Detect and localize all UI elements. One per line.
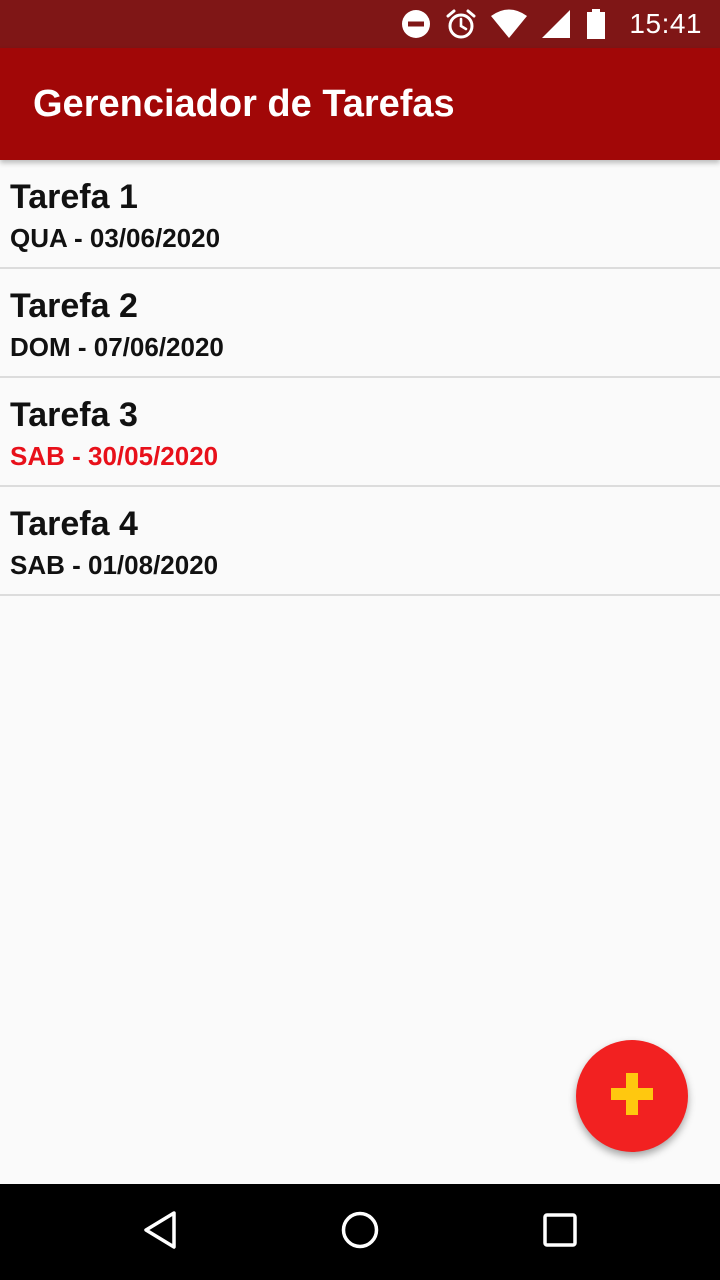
app-title: Gerenciador de Tarefas [33,82,455,125]
battery-icon [585,8,607,40]
task-item-4[interactable]: Tarefa 4 SAB - 01/08/2020 [0,487,720,596]
app-bar: Gerenciador de Tarefas [0,48,720,160]
add-task-button[interactable] [576,1040,688,1152]
task-title: Tarefa 1 [10,178,138,216]
task-title: Tarefa 2 [10,287,138,325]
task-date: DOM - 07/06/2020 [10,332,224,362]
back-icon [142,1210,178,1255]
task-date: SAB - 01/08/2020 [10,550,219,580]
task-item-2[interactable]: Tarefa 2 DOM - 07/06/2020 [0,269,720,378]
recents-button[interactable] [512,1184,608,1280]
alarm-icon [445,8,477,40]
task-date-overdue: SAB - 30/05/2020 [10,441,219,471]
task-title: Tarefa 4 [10,505,138,543]
do-not-disturb-icon [401,9,431,39]
navigation-bar [0,1184,720,1280]
home-icon [340,1210,380,1255]
task-list: Tarefa 1 QUA - 03/06/2020 Tarefa 2 DOM -… [0,160,720,596]
task-title: Tarefa 3 [10,396,138,434]
task-item-3[interactable]: Tarefa 3 SAB - 30/05/2020 [0,378,720,487]
task-date: QUA - 03/06/2020 [10,223,221,253]
task-item-1[interactable]: Tarefa 1 QUA - 03/06/2020 [0,160,720,269]
plus-icon [610,1072,654,1121]
back-button[interactable] [112,1184,208,1280]
recents-icon [542,1212,578,1253]
signal-icon [541,9,571,39]
wifi-icon [491,9,528,39]
home-button[interactable] [312,1184,408,1280]
status-time: 15:41 [629,8,702,39]
status-bar: 15:41 [0,0,720,48]
